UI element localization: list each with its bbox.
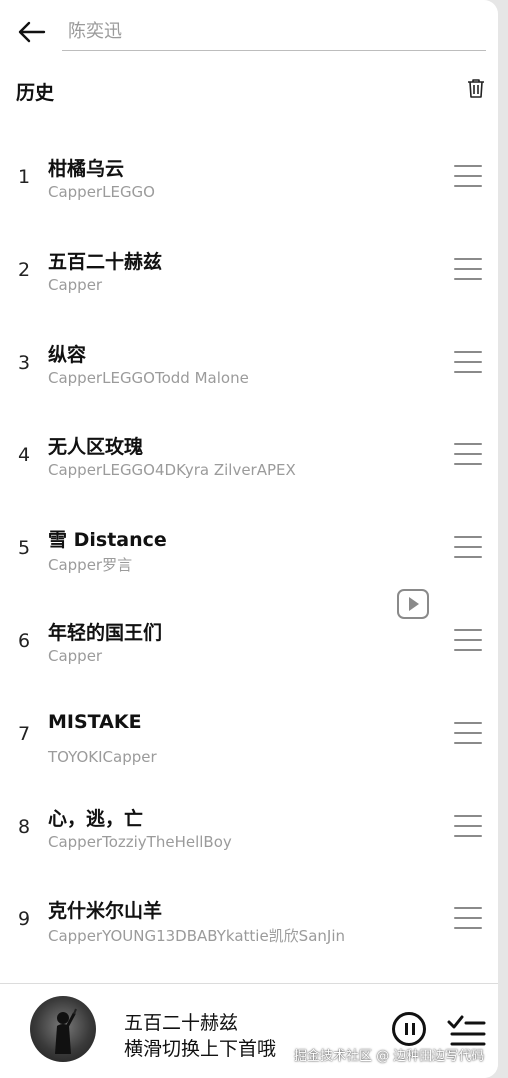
back-button[interactable] [16, 18, 48, 46]
song-row[interactable]: 4 无人区玫瑰 CapperLEGGO4DKyra ZilverAPEX [0, 408, 498, 501]
watermark-text: 掘金技术社区 @ 边种田边写代码 [294, 1049, 485, 1064]
singer-silhouette-image [55, 1008, 77, 1054]
app-screen: 历史 1 柑橘乌云 CapperLEGGO 2 五百二十赫兹 Capper 3 … [0, 0, 498, 1078]
album-cover[interactable] [30, 996, 96, 1062]
song-row[interactable]: 9 克什米尔山羊 CapperYOUNG13DBABYkattie凯欣SanJi… [0, 872, 498, 965]
song-artist: CapperLEGGO4DKyra ZilverAPEX [48, 461, 296, 480]
song-title: 雪 Distance [48, 529, 167, 552]
song-index: 2 [17, 258, 31, 281]
song-index: 3 [17, 351, 31, 374]
play-video-button[interactable] [396, 588, 430, 620]
song-title: 心，逃，亡 [48, 807, 144, 830]
play-video-icon [397, 589, 429, 619]
song-artist: Capper [48, 275, 103, 294]
now-playing-subtitle: 横滑切换上下首哦 [124, 1038, 277, 1060]
song-row[interactable]: 1 柑橘乌云 CapperLEGGO [0, 130, 498, 223]
history-heading: 历史 [16, 82, 55, 104]
song-row[interactable]: 8 心，逃，亡 CapperTozziyTheHellBoy [0, 780, 498, 873]
song-index: 1 [17, 166, 31, 188]
hamburger-icon[interactable] [454, 534, 484, 560]
song-title: 纵容 [48, 343, 87, 366]
hamburger-icon[interactable] [454, 349, 484, 375]
pause-icon-bar [405, 1023, 408, 1035]
song-index: 8 [17, 815, 31, 838]
song-artist: CapperYOUNG13DBABYkattie凯欣SanJin [48, 927, 345, 946]
song-artist: CapperTozziyTheHellBoy [48, 832, 232, 851]
hamburger-icon[interactable] [454, 627, 484, 653]
playlist-button[interactable] [446, 1014, 486, 1048]
hamburger-icon[interactable] [454, 256, 484, 282]
pause-icon-bar [412, 1023, 415, 1035]
song-artist: Capper [48, 646, 103, 665]
song-artist: CapperLEGGOTodd Malone [48, 368, 249, 387]
song-title: MISTAKE [48, 710, 142, 733]
song-row[interactable]: 5 雪 Distance Capper罗言 [0, 501, 498, 594]
hamburger-icon[interactable] [454, 813, 484, 839]
song-index: 9 [17, 908, 31, 931]
hamburger-icon[interactable] [454, 441, 484, 467]
song-row[interactable]: 3 纵容 CapperLEGGOTodd Malone [0, 316, 498, 409]
search-box [62, 12, 494, 51]
song-artist: TOYOKICapper [48, 747, 157, 766]
pause-button[interactable] [392, 1012, 426, 1046]
song-title: 五百二十赫兹 [48, 250, 163, 273]
song-index: 4 [17, 444, 31, 467]
song-title: 柑橘乌云 [48, 158, 125, 180]
song-index: 6 [17, 629, 31, 652]
history-list: 1 柑橘乌云 CapperLEGGO 2 五百二十赫兹 Capper 3 纵容 … [0, 130, 498, 965]
trash-icon [468, 79, 484, 98]
song-index: 7 [17, 722, 31, 745]
playlist-icon [447, 1015, 486, 1046]
song-artist: CapperLEGGO [48, 183, 155, 201]
clear-history-button[interactable] [465, 77, 487, 99]
song-title: 克什米尔山羊 [48, 900, 163, 923]
search-input[interactable] [62, 18, 494, 44]
song-artist: Capper罗言 [48, 556, 133, 575]
song-index: 5 [17, 537, 31, 560]
song-title: 无人区玫瑰 [48, 436, 144, 459]
song-row[interactable]: 2 五百二十赫兹 Capper [0, 223, 498, 316]
hamburger-icon[interactable] [454, 163, 484, 189]
now-playing-title: 五百二十赫兹 [124, 1012, 239, 1034]
hamburger-icon[interactable] [454, 905, 484, 931]
top-bar [0, 0, 498, 62]
arrow-left-icon [18, 21, 46, 43]
song-title: 年轻的国王们 [48, 621, 163, 644]
song-row[interactable]: 7 MISTAKE TOYOKICapper [0, 687, 498, 780]
hamburger-icon[interactable] [454, 720, 484, 746]
